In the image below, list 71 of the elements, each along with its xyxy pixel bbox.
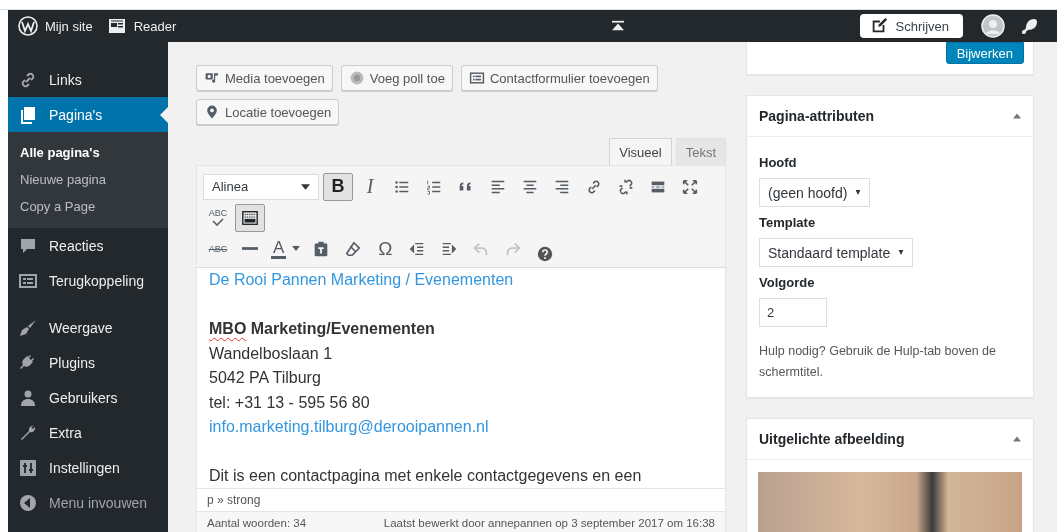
editor-tab[interactable]: Tekst (675, 138, 726, 165)
broken-link-icon (617, 177, 635, 196)
sidebar-item[interactable]: Gebruikers (8, 380, 168, 415)
sidebar-item[interactable]: Plugins (8, 345, 168, 380)
textcolor-button[interactable]: A (267, 234, 305, 263)
help-icon (536, 244, 555, 263)
field-label: Volgorde (759, 275, 816, 290)
dropdown[interactable]: (geen hoofd) (759, 178, 871, 207)
paintbrush-icon (18, 317, 38, 338)
content-heading: MBO Marketing/Evenementen (209, 319, 436, 339)
sidebar-item[interactable]: Extra (8, 415, 168, 450)
eraser-icon (344, 239, 363, 258)
sidebar-item[interactable]: Pagina's (8, 97, 168, 132)
spellcheck-button[interactable]: ABC (203, 203, 233, 232)
media-toolbar-button[interactable]: Locatie toevoegen (196, 99, 340, 125)
submenu-item[interactable]: Copy a Page (8, 193, 168, 220)
checkmark-icon (212, 218, 224, 226)
media-toolbar-button[interactable]: Voeg poll toe (340, 65, 453, 91)
kitchensink-button[interactable] (235, 203, 265, 232)
toggle-arrow-icon[interactable] (1013, 113, 1021, 119)
content-line: Dit is een contactpagina met enkele contactgegevens en een (209, 466, 643, 486)
photo-placeholder[interactable] (758, 472, 1022, 532)
camera-music-icon (204, 70, 220, 86)
media-toolbar-button[interactable]: Media toevoegen (196, 65, 333, 91)
content-line: tel: +31 13 - 595 56 80 (209, 392, 371, 413)
symbol-button[interactable]: Ω (370, 234, 401, 263)
content-line: 5042 PA Tilburg (209, 368, 322, 388)
italic-button[interactable]: I (355, 172, 385, 201)
write-button[interactable]: Schrijven (859, 14, 963, 38)
editor-tab[interactable]: Visueel (609, 138, 672, 166)
caret-icon (855, 190, 862, 195)
card-title: Pagina-attributen (759, 108, 875, 124)
submenu-item[interactable]: Alle pagina's (8, 139, 168, 166)
caret-icon (301, 183, 310, 190)
submenu-item[interactable]: Nieuwe pagina (8, 166, 168, 193)
sidebar-item[interactable]: Terugkoppeling (8, 263, 168, 298)
card-title: Uitgelichte afbeelding (759, 431, 905, 447)
sidebar-item[interactable]: Links (8, 62, 168, 97)
order-input[interactable]: 2 (759, 298, 827, 327)
toggle-arrow-icon[interactable] (1013, 436, 1021, 442)
content-line: Wandelboslaan 1 (209, 343, 334, 364)
reader-icon (106, 16, 127, 36)
reader-link[interactable]: Reader (106, 16, 177, 36)
fullscreen-icon (681, 177, 699, 196)
collapse-top-icon[interactable] (610, 20, 625, 32)
wordpress-logo-icon (18, 16, 38, 36)
strike-button[interactable]: ABC (203, 234, 233, 263)
media-toolbar-button[interactable]: Contactformulier toevoegen (460, 65, 658, 91)
format-dropdown[interactable]: Alinea (203, 173, 319, 200)
sliders-icon (18, 457, 38, 478)
form-icon (468, 70, 485, 86)
field-label: Template (759, 215, 817, 230)
element-path: p » strong (207, 493, 261, 507)
caret-icon (898, 250, 905, 255)
pages-icon (18, 104, 38, 125)
last-edited-text: Laatst bewerkt door annepannen op 3 september 2017 om 16:38 (383, 517, 715, 529)
location-pin-icon (204, 104, 220, 120)
my-site-link[interactable]: Mijn site (18, 16, 93, 36)
caret-icon (292, 246, 301, 251)
word-count: Aantal woorden: 34 (207, 517, 307, 529)
keyboard-icon (241, 208, 259, 227)
sidebar-item[interactable]: Instellingen (8, 450, 168, 485)
sidebar-item[interactable]: Reacties (8, 228, 168, 263)
field-label: Hoofd (759, 155, 798, 170)
collapse-menu-button[interactable]: Menu invouwen (8, 485, 168, 520)
update-button[interactable]: Bijwerken (945, 42, 1024, 64)
help-text: Hulp nodig? Gebruik de Hulp-tab boven de schermtitel. (759, 343, 997, 381)
sidebar-item[interactable]: Weergave (8, 310, 168, 345)
dropdown[interactable]: Standaard template (759, 238, 914, 267)
bold-button[interactable]: B (323, 172, 353, 201)
avatar-icon[interactable] (981, 14, 1005, 38)
